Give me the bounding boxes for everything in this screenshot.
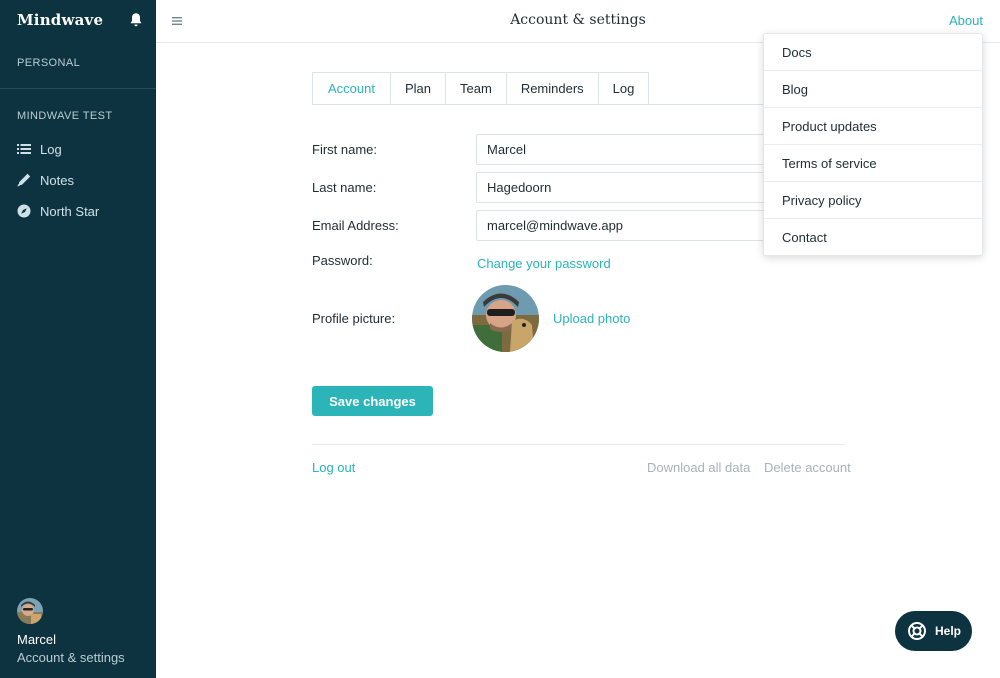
sidebar-divider [0,88,156,89]
avatar[interactable] [17,598,43,624]
menu-item-contact[interactable]: Contact [764,219,982,256]
account-settings-link[interactable]: Account & settings [17,650,125,665]
menu-item-blog[interactable]: Blog [764,71,982,108]
tab-team[interactable]: Team [446,72,507,105]
section-personal-label[interactable]: PERSONAL [17,57,80,69]
upload-photo-link[interactable]: Upload photo [553,311,630,326]
sidebar-item-log[interactable]: Log [17,138,147,160]
about-link[interactable]: About [949,13,983,28]
avatar-photo [17,598,43,624]
help-button[interactable]: Help [895,611,972,651]
menu-item-privacy-policy[interactable]: Privacy policy [764,182,982,219]
sidebar-item-label: North Star [40,203,100,219]
save-changes-button[interactable]: Save changes [312,386,433,416]
sidebar: Mindwave PERSONAL MINDWAVE TEST Log Note… [0,0,156,678]
section-mindwave-test-label[interactable]: MINDWAVE TEST [17,110,112,122]
settings-tabs: Account Plan Team Reminders Log [312,72,650,105]
password-label: Password: [312,253,373,268]
download-all-data-link[interactable]: Download all data [647,460,750,475]
profile-picture-label: Profile picture: [312,311,396,326]
help-label: Help [935,624,962,638]
profile-photo [472,285,539,352]
list-icon [17,144,31,154]
sidebar-item-north-star[interactable]: North Star [17,200,147,222]
sidebar-item-label: Notes [40,172,74,188]
tab-account[interactable]: Account [312,72,391,105]
sidebar-item-label: Log [40,141,62,157]
delete-account-link[interactable]: Delete account [764,460,851,475]
email-label: Email Address: [312,218,399,233]
menu-item-product-updates[interactable]: Product updates [764,108,982,145]
tab-log[interactable]: Log [598,72,650,105]
menu-item-terms-of-service[interactable]: Terms of service [764,145,982,182]
profile-picture [472,285,539,352]
footer-divider [312,444,845,445]
page-title: Account & settings [510,12,646,28]
brand-row: Mindwave [17,9,143,31]
tab-reminders[interactable]: Reminders [506,72,599,105]
brand-logo[interactable]: Mindwave [17,11,103,29]
about-dropdown-menu: Docs Blog Product updates Terms of servi… [763,33,983,256]
user-name: Marcel [17,632,57,647]
bell-icon[interactable] [129,12,143,28]
menu-item-docs[interactable]: Docs [764,34,982,71]
pencil-icon [17,173,31,187]
log-out-link[interactable]: Log out [312,460,355,475]
sidebar-item-notes[interactable]: Notes [17,169,147,191]
last-name-label: Last name: [312,180,377,195]
tab-plan[interactable]: Plan [390,72,447,105]
first-name-label: First name: [312,142,378,157]
change-password-link[interactable]: Change your password [477,256,611,271]
compass-icon [17,204,31,218]
lifebuoy-icon [908,622,926,640]
